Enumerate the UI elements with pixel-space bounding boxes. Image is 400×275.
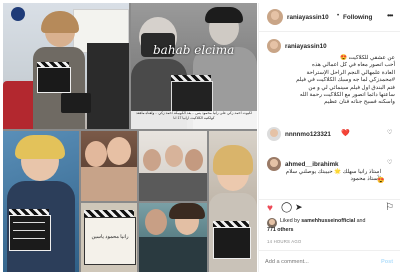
caption-line: #محمدزكي لما جه وسبك الكلاكيت في فيلم	[296, 77, 395, 84]
caption-text: عن عشقي للكلاكيت 😍 أحب اتصور معاه في كل …	[271, 55, 395, 107]
caption-username[interactable]: raniayassin10	[285, 43, 327, 50]
post-header: raniayassin10 • Following •••	[259, 3, 400, 32]
liked-by-and: and	[356, 218, 366, 224]
instagram-post: bahab elcima لكيوت احمد زكي على رانيا مح…	[0, 0, 400, 275]
caption-line: فتم البندق اول فيلم سينمائي لي و من	[308, 84, 395, 91]
more-dots-icon[interactable]: •••	[387, 11, 393, 20]
add-comment-input[interactable]	[265, 256, 365, 267]
clapper-text: رانيا محمود ياسين	[91, 234, 129, 240]
caption-avatar[interactable]	[267, 39, 281, 53]
likes-row: Liked by samehhusseinofficial and 771 ot…	[259, 217, 400, 239]
commenter-username[interactable]: ahmed__ibrahimk	[285, 161, 339, 168]
author-avatar[interactable]	[267, 9, 283, 25]
liked-by-user[interactable]: samehhusseinofficial	[301, 218, 355, 224]
header-separator: •	[337, 13, 340, 19]
collage-tile-blonde-woman	[209, 131, 257, 272]
clapperboard-icon	[37, 62, 71, 93]
heart-icon[interactable]: ♡	[387, 159, 392, 166]
clapperboard-icon	[9, 209, 51, 251]
comment-emoji: 😍	[377, 178, 385, 184]
caption-line: أحب اتصور معاه في كل اعمالي هذه	[312, 62, 395, 69]
post-comment-button[interactable]: Post	[381, 259, 393, 265]
share-icon[interactable]: ➤	[295, 202, 303, 213]
bookmark-icon[interactable]: ⚐	[385, 202, 394, 213]
heart-icon[interactable]: ♡	[387, 129, 392, 136]
collage-tile-clapper-woman	[3, 131, 79, 272]
clapperboard-icon: رانيا محمود ياسين	[84, 210, 136, 265]
collage-tile-bahab-elcima: bahab elcima لكيوت احمد زكي على رانيا مح…	[131, 3, 257, 129]
liked-by-prefix: Liked by	[280, 218, 300, 224]
following-button[interactable]: Following	[343, 14, 372, 21]
post-photo-collage[interactable]: bahab elcima لكيوت احمد زكي على رانيا مح…	[3, 3, 257, 272]
caption-line: واسكنه فسيح جناته فنان عظيم	[324, 99, 395, 106]
commenter-avatar[interactable]	[267, 127, 281, 141]
clapperboard-icon	[213, 221, 251, 259]
comment-item: ahmed__ibrahimk ♡ استاذ رانيا سهلك 🌟 حبي…	[259, 155, 400, 189]
commenter-avatar[interactable]	[267, 157, 281, 171]
center-caption-text: لكيوت احمد زكي على رانيا محمود يس .. بعد…	[135, 111, 253, 120]
collage-tile-couple	[139, 203, 207, 272]
comment-icon[interactable]: ◯	[281, 202, 292, 213]
commenter-username[interactable]: nnnnmo123321	[285, 131, 331, 138]
collage-tile-two-women	[81, 131, 137, 201]
action-bar: ♥ ◯ ➤ ⚐	[259, 199, 400, 218]
clapperboard-icon	[171, 75, 213, 113]
comment-emoji: ❤️	[341, 130, 350, 137]
timestamp: 14 HOURS AGO	[267, 239, 302, 244]
collage-tile-office	[3, 3, 129, 129]
collage-tile-clapper-text: رانيا محمود ياسين	[81, 203, 137, 272]
comment-item: nnnnmo123321 ❤️ ♡	[259, 125, 400, 145]
author-username[interactable]: raniayassin10	[287, 14, 329, 21]
overlay-handle: bahab elcima	[153, 43, 235, 57]
collage-tile-group	[139, 131, 207, 201]
comment-text: استاذ رانيا سهلك 🌟 حبيبتك يوصلني سلام لأ…	[285, 169, 381, 183]
caption-block: raniayassin10 عن عشقي للكلاكيت 😍 أحب اتص…	[259, 33, 400, 123]
others-count[interactable]: 771 others	[267, 227, 294, 233]
heart-icon[interactable]: ♥	[267, 203, 273, 214]
add-comment-bar: Post	[259, 250, 400, 272]
post-side-panel: raniayassin10 • Following ••• raniayassi…	[258, 3, 400, 272]
